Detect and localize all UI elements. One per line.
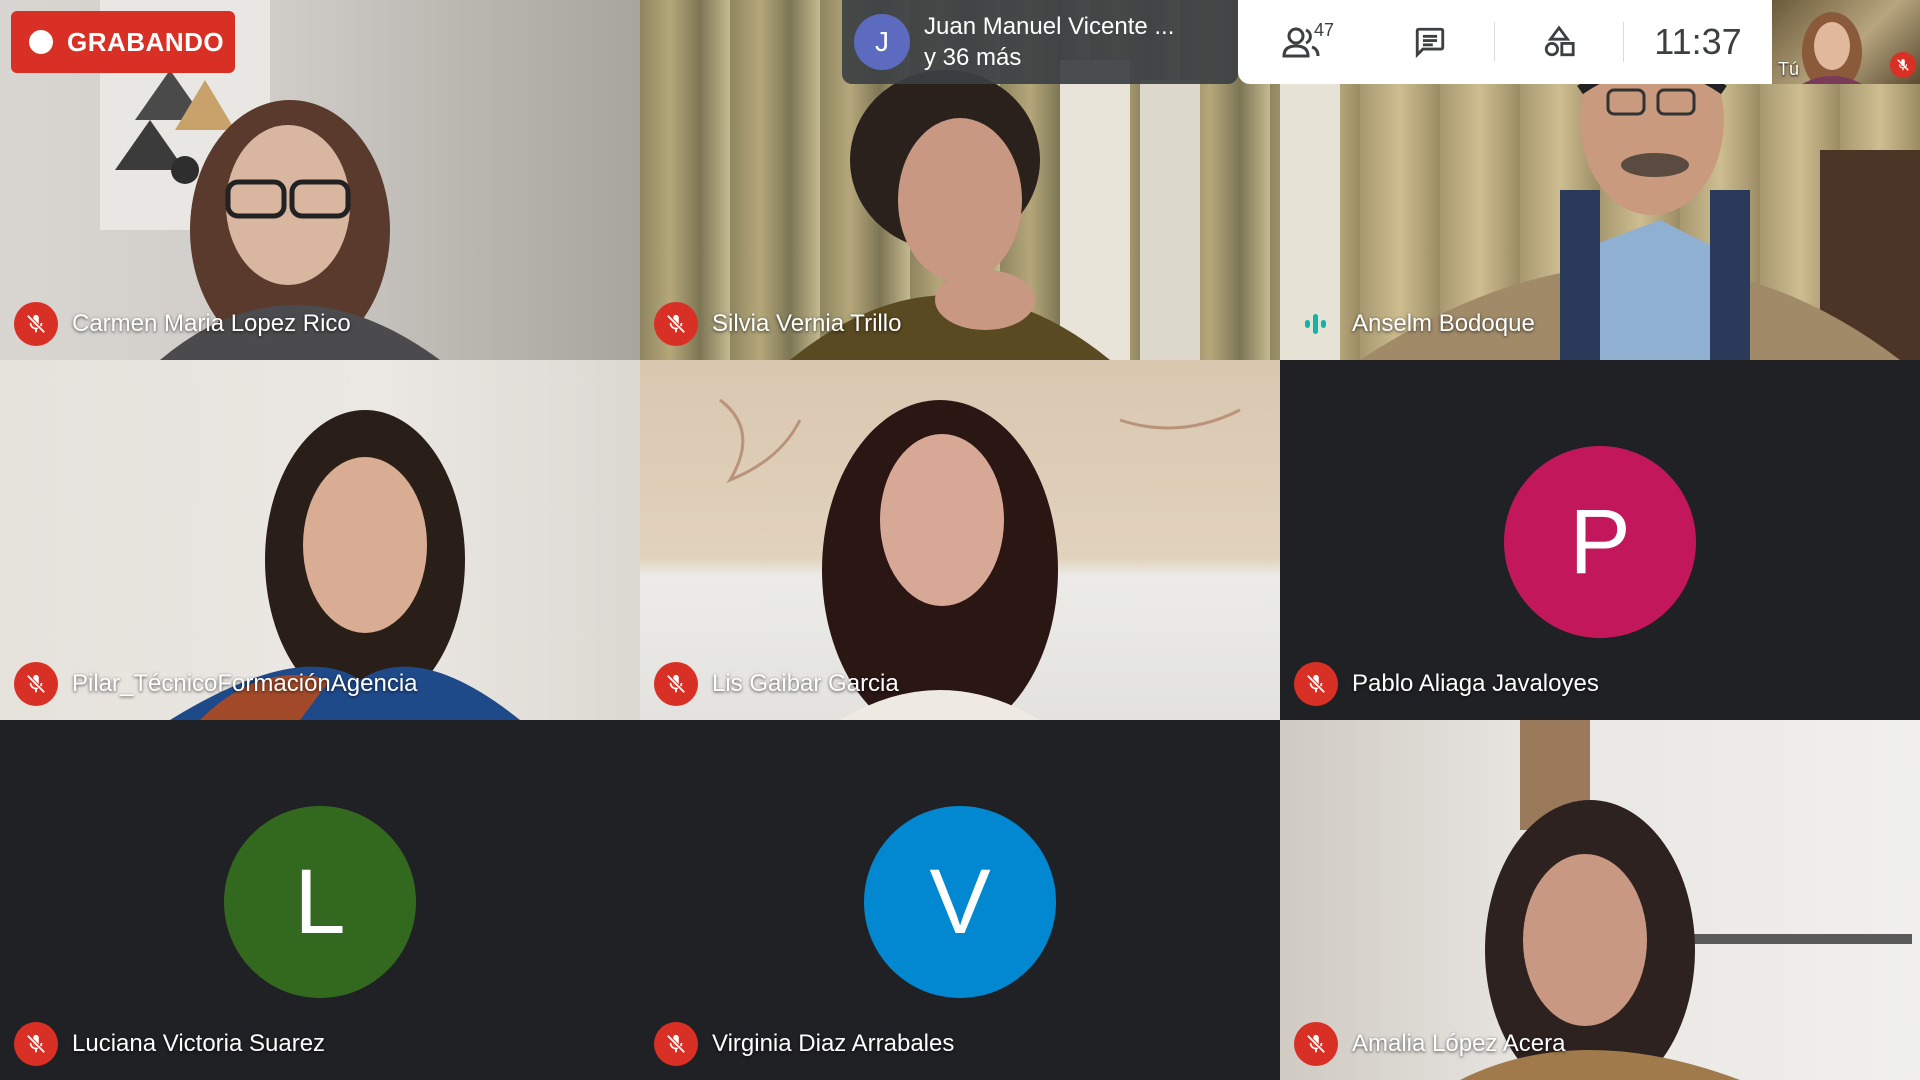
avatar: P — [1504, 446, 1696, 638]
participant-tile[interactable]: Amalia López Acera — [1280, 720, 1920, 1080]
participant-name: Virginia Diaz Arrabales — [712, 1030, 955, 1057]
record-dot-icon — [29, 30, 53, 54]
participant-name: Amalia López Acera — [1352, 1030, 1566, 1057]
recording-label: GRABANDO — [67, 26, 225, 57]
participant-tile[interactable]: L Luciana Victoria Suarez — [0, 720, 640, 1080]
people-count: 47 — [1314, 20, 1335, 40]
mic-off-icon — [1294, 1022, 1338, 1066]
participant-name-row: Carmen Maria Lopez Rico — [14, 302, 351, 346]
presenter-name: Juan Manuel Vicente ... — [924, 13, 1175, 40]
participant-name-row: Silvia Vernia Trillo — [654, 302, 901, 346]
participant-tile[interactable]: Lis Gaibar Garcia — [640, 360, 1280, 720]
meeting-clock: 11:37 — [1654, 21, 1742, 62]
mic-off-icon — [654, 1022, 698, 1066]
mic-off-icon — [654, 662, 698, 706]
presenter-others: y 36 más — [924, 44, 1022, 71]
mic-off-icon — [14, 1022, 58, 1066]
participant-name-row: Amalia López Acera — [1294, 1022, 1565, 1066]
avatar: L — [224, 806, 416, 998]
activities-icon — [1544, 25, 1575, 57]
self-view[interactable]: Tú — [1772, 0, 1920, 84]
participant-name-row: Lis Gaibar Garcia — [654, 662, 899, 706]
chat-button[interactable] — [1366, 0, 1494, 84]
participant-name: Silvia Vernia Trillo — [712, 310, 902, 337]
participant-grid: Carmen Maria Lopez Rico Silvia Vernia Tr… — [0, 0, 1920, 1080]
participant-name: Carmen Maria Lopez Rico — [72, 310, 351, 337]
chat-icon — [1415, 27, 1445, 59]
participant-name-row: Virginia Diaz Arrabales — [654, 1022, 954, 1066]
presenter-info[interactable]: J Juan Manuel Vicente ... y 36 más — [842, 0, 1238, 84]
participant-name-row: Anselm Bodoque — [1294, 302, 1535, 346]
avatar: V — [864, 806, 1056, 998]
recording-badge[interactable]: GRABANDO — [11, 11, 235, 73]
participant-tile[interactable]: Pilar_TécnicoFormaciónAgencia — [0, 360, 640, 720]
mic-off-icon — [1294, 662, 1338, 706]
participant-name: Pablo Aliaga Javaloyes — [1352, 670, 1599, 697]
participant-name-row: Pablo Aliaga Javaloyes — [1294, 662, 1599, 706]
participant-tile[interactable]: V Virginia Diaz Arrabales — [640, 720, 1280, 1080]
mic-off-icon — [14, 662, 58, 706]
participant-name: Anselm Bodoque — [1352, 310, 1535, 337]
participant-name-row: Luciana Victoria Suarez — [14, 1022, 325, 1066]
speaking-indicator-icon — [1294, 302, 1338, 346]
participant-name: Luciana Victoria Suarez — [72, 1030, 326, 1057]
presenter-avatar: J — [854, 14, 910, 70]
top-toolbar: 47 11:37 — [1238, 0, 1772, 84]
presenter-text: Juan Manuel Vicente ... y 36 más — [924, 11, 1174, 73]
self-label: Tú — [1778, 59, 1800, 79]
mic-off-icon — [1890, 52, 1916, 78]
activities-button[interactable] — [1495, 0, 1623, 84]
participant-name-row: Pilar_TécnicoFormaciónAgencia — [14, 662, 418, 706]
participant-tile[interactable]: P Pablo Aliaga Javaloyes — [1280, 360, 1920, 720]
mic-off-icon — [14, 302, 58, 346]
people-button[interactable]: 47 — [1238, 0, 1366, 84]
participant-name: Lis Gaibar Garcia — [712, 670, 899, 697]
mic-off-icon — [654, 302, 698, 346]
participant-name: Pilar_TécnicoFormaciónAgencia — [72, 670, 418, 697]
